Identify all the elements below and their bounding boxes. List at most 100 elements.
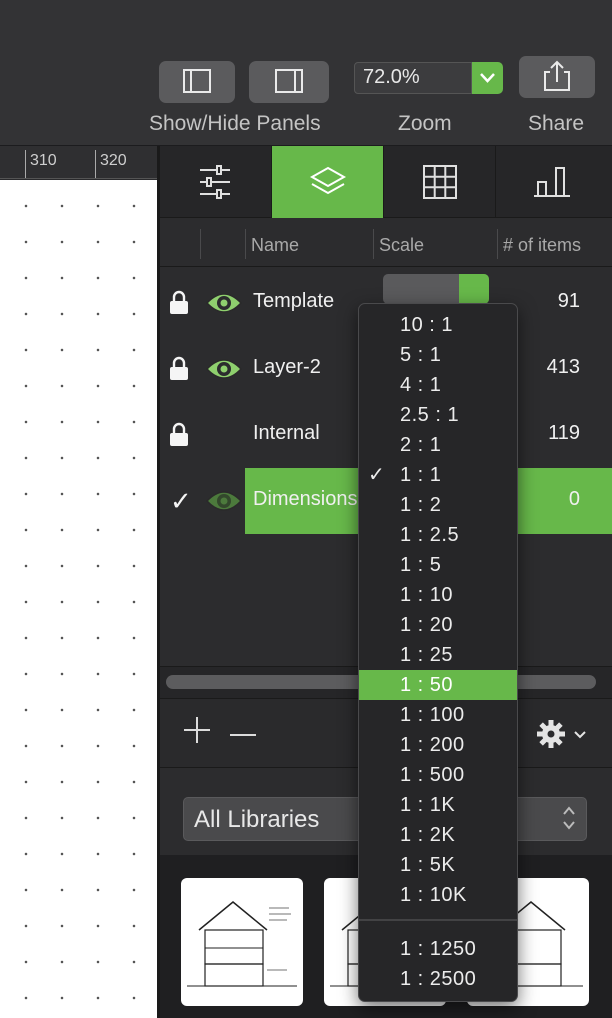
scale-option[interactable]: 1 : 5 — [359, 550, 517, 580]
column-separator — [245, 229, 246, 259]
scale-option-label: 1 : 500 — [400, 764, 465, 786]
scale-option-label: 1 : 5 — [400, 554, 442, 576]
add-layer-button[interactable] — [182, 715, 212, 754]
zoom-input[interactable]: 72.0% — [354, 62, 472, 94]
layer-item-count: 413 — [546, 356, 580, 378]
scale-option[interactable]: 1 : 50 — [359, 670, 517, 700]
layer-item-count: 119 — [548, 422, 580, 444]
scale-option-label: 1 : 1250 — [400, 938, 477, 960]
scale-option[interactable]: 5 : 1 — [359, 340, 517, 370]
scale-option[interactable]: 1 : 200 — [359, 730, 517, 760]
scale-option-label: 1 : 100 — [400, 704, 465, 726]
updown-chevron-icon — [562, 804, 576, 834]
eye-icon[interactable] — [205, 288, 243, 318]
current-layer-check-icon[interactable]: ✓ — [170, 486, 192, 517]
bar-chart-icon — [534, 167, 570, 197]
scale-option-label: 1 : 10K — [400, 884, 467, 906]
scale-option[interactable]: 1 : 2.5 — [359, 520, 517, 550]
layer-options-button[interactable] — [536, 719, 588, 754]
scale-option-label: 10 : 1 — [400, 314, 454, 336]
chevron-down-icon — [480, 73, 495, 83]
scale-option[interactable]: 1 : 1K — [359, 790, 517, 820]
ruler-mark-320: 320 — [100, 152, 127, 169]
left-panel-toggle-button[interactable] — [159, 61, 235, 103]
scale-option-label: 1 : 2.5 — [400, 524, 460, 546]
gear-icon — [537, 720, 586, 748]
scale-popup-button[interactable] — [383, 274, 489, 304]
sliders-icon — [200, 165, 230, 199]
ruler-tick — [95, 150, 96, 178]
right-panel-toggle-button[interactable] — [249, 61, 329, 103]
share-button[interactable] — [519, 56, 595, 98]
canvas-paper[interactable] — [0, 180, 157, 1018]
scale-option-label: 1 : 1K — [400, 794, 456, 816]
panel-tabs — [160, 146, 612, 218]
eye-icon[interactable] — [205, 354, 243, 384]
layer-item-count: 0 — [568, 488, 580, 510]
checkmark-icon: ✓ — [368, 464, 386, 486]
scale-option-label: 1 : 5K — [400, 854, 456, 876]
plus-icon — [184, 717, 210, 743]
scale-option-label: 5 : 1 — [400, 344, 442, 366]
scale-option-label: 4 : 1 — [400, 374, 442, 396]
scale-option[interactable]: 1 : 500 — [359, 760, 517, 790]
scale-option[interactable]: 1 : 1250 — [359, 934, 517, 964]
scale-dropdown-menu: 10 : 1 5 : 1 4 : 1 2.5 : 1 2 : 1 ✓ 1 : 1 1 : 2 1… — [358, 303, 518, 1002]
scale-option[interactable]: 1 : 2 — [359, 490, 517, 520]
scale-option[interactable]: 1 : 5K — [359, 850, 517, 880]
column-separator — [200, 229, 201, 259]
lock-icon[interactable] — [169, 356, 189, 380]
scale-option[interactable]: 1 : 100 — [359, 700, 517, 730]
scale-option-label: 1 : 25 — [400, 644, 454, 666]
zoom-dropdown-button[interactable] — [472, 62, 503, 94]
share-icon — [544, 60, 570, 91]
layer-item-count: 91 — [557, 290, 580, 312]
grid-icon — [423, 165, 457, 199]
scale-option[interactable]: 1 : 10 — [359, 580, 517, 610]
column-header-count[interactable]: # of items — [503, 235, 581, 256]
scale-option-label: 2 : 1 — [400, 434, 442, 456]
scale-option[interactable]: 1 : 20 — [359, 610, 517, 640]
tab-grid[interactable] — [384, 146, 496, 218]
scale-option[interactable]: 1 : 10K — [359, 880, 517, 910]
panels-label: Show/Hide Panels — [149, 112, 321, 135]
scale-option-label: 1 : 20 — [400, 614, 454, 636]
lock-icon[interactable] — [169, 290, 189, 314]
scale-option-label: 1 : 10 — [400, 584, 454, 606]
layers-icon — [309, 166, 347, 195]
eye-icon[interactable] — [205, 486, 243, 516]
house-section-drawing-icon — [187, 901, 297, 987]
sidebar-right-icon — [275, 69, 303, 93]
scale-option-label: 1 : 2 — [400, 494, 442, 516]
library-thumbnail[interactable] — [181, 878, 303, 1006]
scale-option[interactable]: 1 : 25 — [359, 640, 517, 670]
layers-table-header: Name Scale # of items — [160, 219, 612, 267]
remove-layer-button[interactable] — [230, 734, 256, 736]
ruler-tick — [25, 150, 26, 178]
lock-icon[interactable] — [169, 422, 189, 446]
scale-option[interactable]: 2 : 1 — [359, 430, 517, 460]
layer-name: Dimensions — [253, 488, 358, 510]
tab-inspector[interactable] — [160, 146, 272, 218]
scale-option-label: 1 : 50 — [400, 674, 454, 696]
column-header-name[interactable]: Name — [251, 235, 299, 256]
menu-separator — [359, 919, 517, 921]
tab-layers[interactable] — [272, 146, 384, 218]
ruler-mark-310: 310 — [30, 152, 57, 169]
scale-option[interactable]: 2.5 : 1 — [359, 400, 517, 430]
scale-option[interactable]: 10 : 1 — [359, 310, 517, 340]
drawing-canvas[interactable]: 310 320 — [0, 146, 158, 1018]
column-header-scale[interactable]: Scale — [379, 235, 424, 256]
scale-option-label: 1 : 2K — [400, 824, 456, 846]
chevron-up-icon — [459, 274, 489, 304]
app-window: Show/Hide Panels 72.0% Zoom Share 310 32… — [0, 0, 612, 1018]
column-separator — [373, 229, 374, 259]
scale-option[interactable]: 4 : 1 — [359, 370, 517, 400]
sidebar-left-icon — [183, 69, 211, 93]
scale-option[interactable]: 1 : 2500 — [359, 964, 517, 994]
scale-option[interactable]: 1 : 2K — [359, 820, 517, 850]
scale-option-label: 1 : 1 — [400, 464, 442, 486]
library-select-value: All Libraries — [194, 806, 320, 833]
tab-stats[interactable] — [496, 146, 612, 218]
scale-option[interactable]: ✓ 1 : 1 — [359, 460, 517, 490]
